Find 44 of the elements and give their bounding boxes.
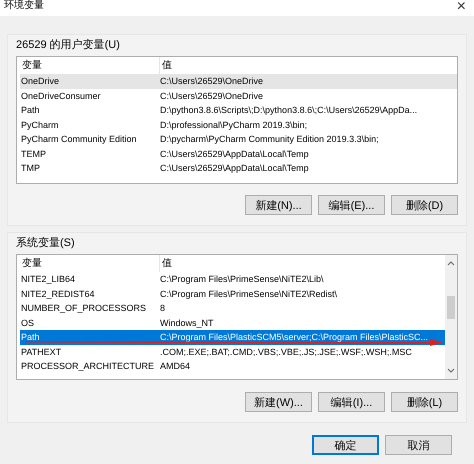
ok-button[interactable]: 确定 xyxy=(312,435,379,455)
variable-value[interactable]: C:\Users\26529\AppData\Local\Temp xyxy=(159,161,457,176)
action-button[interactable]: 新建(N)... xyxy=(245,195,312,215)
variable-value[interactable]: D:\professional\PyCharm 2019.3\bin; xyxy=(159,118,457,132)
action-button[interactable]: 新建(W)... xyxy=(245,392,312,412)
variable-name[interactable]: OneDrive xyxy=(20,74,159,88)
variable-value[interactable]: 8 xyxy=(159,301,445,316)
group-label: 26529 的用户变量(U) xyxy=(16,39,121,52)
variable-name[interactable]: Path xyxy=(20,103,159,118)
variable-name[interactable]: PyCharm Community Edition xyxy=(20,132,159,146)
column-header[interactable]: 变量 xyxy=(20,255,160,272)
scrollbar[interactable] xyxy=(445,255,457,379)
variable-value[interactable]: Windows_NT xyxy=(159,316,445,330)
action-button[interactable]: 删除(D) xyxy=(391,195,458,215)
variable-value[interactable]: C:\Program Files\PrimeSense\NiTE2\Redist\ xyxy=(159,286,445,301)
variable-value[interactable]: C:\Users\26529\OneDrive xyxy=(159,88,457,103)
variable-name[interactable]: OS xyxy=(20,316,159,330)
variable-name[interactable]: TMP xyxy=(20,161,159,176)
close-button[interactable]: × xyxy=(456,0,466,14)
cancel-button[interactable]: 取消 xyxy=(385,435,452,455)
variable-name[interactable]: TEMP xyxy=(20,146,159,161)
action-button[interactable]: 编辑(E)... xyxy=(318,195,385,215)
variable-value[interactable]: C:\Users\26529\AppData\Local\Temp xyxy=(159,146,457,161)
action-button[interactable]: 编辑(I)... xyxy=(318,392,385,412)
variable-value[interactable]: D:\python3.8.6\Scripts\;D:\python3.8.6\;C:\Users\26529\AppDa... xyxy=(159,103,457,118)
variable-value[interactable]: AMD64 xyxy=(159,359,445,374)
scroll-up-icon[interactable] xyxy=(447,260,455,266)
variable-name[interactable]: NITE2_LIB64 xyxy=(20,272,159,286)
variable-name[interactable]: NITE2_REDIST64 xyxy=(20,286,159,301)
variable-name[interactable]: PROCESSOR_ARCHITECTURE xyxy=(20,359,159,374)
variable-name[interactable]: NUMBER_OF_PROCESSORS xyxy=(20,301,159,316)
column-header[interactable]: 值 xyxy=(160,255,445,272)
scroll-thumb[interactable] xyxy=(447,296,455,319)
group-label: 系统变量(S) xyxy=(16,237,76,250)
variable-value[interactable]: C:\Program Files\PrimeSense\NiTE2\Lib\ xyxy=(159,272,445,286)
variable-name[interactable]: PATHEXT xyxy=(20,344,159,359)
variable-value[interactable]: C:\Users\26529\OneDrive xyxy=(159,74,457,88)
variable-value[interactable]: .COM;.EXE;.BAT;.CMD;.VBS;.VBE;.JS;.JSE;.WSF;.WSH;.MSC xyxy=(159,344,445,359)
scroll-down-icon[interactable] xyxy=(447,368,455,374)
variable-value[interactable]: D:\pycharm\PyCharm Community Edition 2019.3.3\bin; xyxy=(159,132,457,146)
variable-name[interactable]: OneDriveConsumer xyxy=(20,88,159,103)
variable-name[interactable]: PyCharm xyxy=(20,118,159,132)
column-header[interactable]: 值 xyxy=(160,57,457,74)
action-button[interactable]: 删除(L) xyxy=(391,392,458,412)
